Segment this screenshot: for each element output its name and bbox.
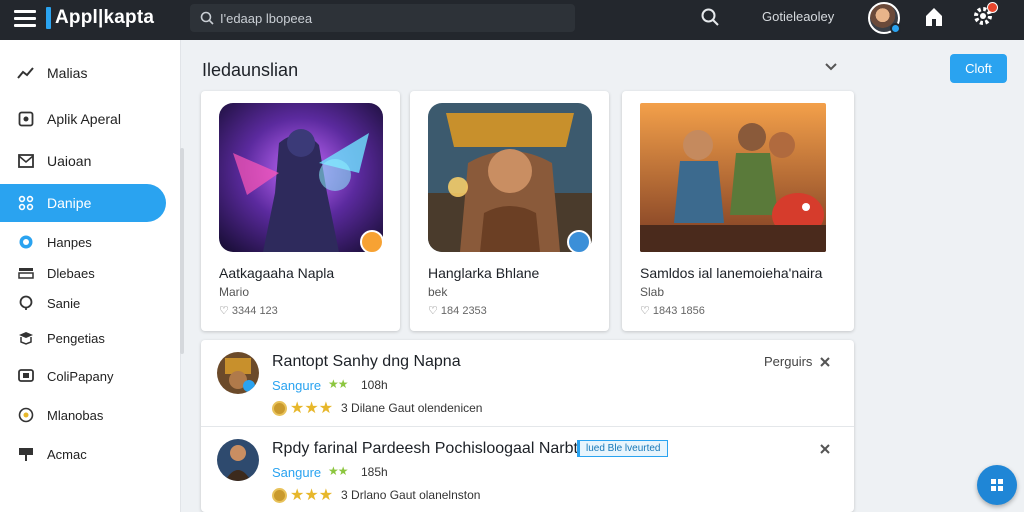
grid-icon (991, 479, 1003, 491)
mail-icon (16, 151, 36, 171)
app-logo[interactable]: Appl|kapta (46, 6, 154, 30)
app-thumbnail (640, 103, 826, 252)
sidebar-item-hanpes[interactable]: Hanpes (0, 227, 181, 257)
rating-text: 3 Dilane Gaut olendenicen (341, 401, 483, 415)
app-size: 108h (361, 378, 388, 392)
app-meta: ♡ 3344 123 (219, 305, 278, 317)
sidebar-item-label: Malias (47, 65, 88, 81)
sidebar-item-colipapany[interactable]: ColiPapany (0, 361, 181, 391)
search-icon (200, 11, 214, 25)
sidebar-item-label: Acmac (47, 446, 87, 462)
search-icon (16, 293, 36, 313)
user-name[interactable]: Gotieleaoley (762, 9, 834, 24)
close-icon[interactable] (817, 354, 833, 370)
list-item[interactable]: Rpdy farinal Pardeesh Pochisloogaal Narb… (201, 426, 854, 512)
sidebar-item-dlebaes[interactable]: Dlebaes (0, 258, 181, 288)
mini-rating-stars: ★★ (328, 377, 348, 391)
app-meta: ♡ 184 2353 (428, 305, 487, 317)
app-card[interactable]: Samldos ial lanemoieha'naira Slab ♡ 1843… (622, 91, 854, 331)
app-subtitle: bek (428, 285, 448, 299)
sidebar-item-label: Pengetias (47, 330, 105, 346)
app-meta: ♡ 1843 1856 (640, 305, 705, 317)
search-bar[interactable] (190, 4, 575, 32)
sidebar-item-label: Dlebaes (47, 265, 95, 281)
rating-row: ★★★ 3 Drlano Gaut olanelnston (272, 485, 480, 505)
media-icon (16, 263, 36, 283)
app-icon (217, 439, 259, 481)
menu-icon[interactable] (14, 10, 36, 28)
user-avatar[interactable] (868, 2, 901, 34)
app-card[interactable]: Aatkagaaha Napla Mario ♡ 3344 123 (201, 91, 400, 331)
sidebar: Malias Aplik Aperal Uaioan Danipe Hanpes… (0, 40, 184, 512)
app-list: Rantopt Sanhy dng Napna Sangure ★★ 108h … (201, 340, 854, 512)
app-thumbnail (219, 103, 383, 252)
notification-badge (987, 2, 998, 13)
app-category[interactable]: Sangure (272, 465, 321, 480)
app-card[interactable]: Hanglarka Bhlane bek ♡ 184 2353 (410, 91, 609, 331)
sidebar-item-pengetias[interactable]: Pengetias (0, 323, 181, 353)
trending-icon (16, 63, 36, 83)
logo-text: Appl|kapta (55, 7, 155, 28)
sidebar-item-label: Sanie (47, 295, 81, 311)
app-subtitle: Slab (640, 285, 665, 299)
tv-icon (16, 366, 36, 386)
emoji-badge (360, 230, 384, 254)
sidebar-item-label: Mlanobas (47, 407, 104, 423)
star-rating: ★★★ (290, 400, 334, 417)
sidebar-item-mlanobas[interactable]: Mlanobas (0, 400, 181, 430)
sidebar-item-aplik-aperal[interactable]: Aplik Aperal (0, 100, 181, 138)
top-app-bar: Appl|kapta Gotieleaoley (0, 0, 1024, 40)
app-title: Aatkagaaha Napla (219, 265, 335, 281)
row-label[interactable]: Perguirs (764, 354, 812, 369)
sidebar-item-danipe[interactable]: Danipe (0, 184, 166, 222)
search-icon[interactable] (700, 7, 720, 27)
app-size: 185h (361, 465, 388, 479)
sidebar-item-label: Uaioan (47, 153, 92, 169)
sidebar-item-label: ColiPapany (47, 368, 114, 384)
list-item[interactable]: Rantopt Sanhy dng Napna Sangure ★★ 108h … (201, 340, 854, 426)
app-name: Rantopt Sanhy dng Napna (272, 353, 461, 370)
sign-icon (16, 444, 36, 464)
app-subtitle: Mario (219, 285, 250, 299)
sidebar-item-sanie[interactable]: Sanie (0, 288, 181, 318)
close-icon[interactable] (817, 441, 833, 457)
app-icon (217, 352, 259, 394)
music-icon (16, 405, 36, 425)
chevron-down-icon[interactable] (824, 62, 838, 72)
settings-icon[interactable] (972, 2, 998, 27)
app-category[interactable]: Sangure (272, 378, 321, 393)
rating-row: ★★★ 3 Dilane Gaut olendenicen (272, 398, 482, 418)
sidebar-item-malias[interactable]: Malias (0, 54, 181, 92)
circle-icon (16, 232, 36, 252)
apps-icon (16, 109, 36, 129)
games-icon (16, 193, 36, 213)
search-input[interactable] (220, 10, 560, 26)
sidebar-item-acmac[interactable]: Acmac (0, 439, 181, 469)
app-name: Rpdy farinal Pardeesh Pochisloogaal Narb… (272, 440, 578, 457)
app-title: Samldos ial lanemoieha'naira (640, 265, 823, 281)
section-title: Iledaunslian (202, 60, 299, 80)
grid-fab-button[interactable] (977, 465, 1017, 505)
logo-mark (46, 7, 51, 29)
sidebar-item-label: Hanpes (47, 234, 92, 250)
presence-dot (890, 23, 901, 34)
app-title: Hanglarka Bhlane (428, 265, 540, 281)
globe-badge (567, 230, 591, 254)
status-badge: lued Ble lveurted (577, 440, 668, 457)
create-button[interactable]: Cloft (950, 54, 1007, 83)
star-rating: ★★★ (290, 487, 334, 504)
home-icon[interactable] (924, 6, 944, 28)
app-thumbnail (428, 103, 592, 252)
coin-icon (272, 487, 287, 503)
sidebar-item-label: Aplik Aperal (47, 111, 121, 127)
coin-icon (272, 400, 287, 416)
sidebar-item-uaioan[interactable]: Uaioan (0, 142, 181, 180)
sidebar-item-label: Danipe (47, 195, 92, 211)
mini-rating-stars: ★★ (328, 464, 348, 478)
book-icon (16, 328, 36, 348)
rating-text: 3 Drlano Gaut olanelnston (341, 488, 481, 502)
